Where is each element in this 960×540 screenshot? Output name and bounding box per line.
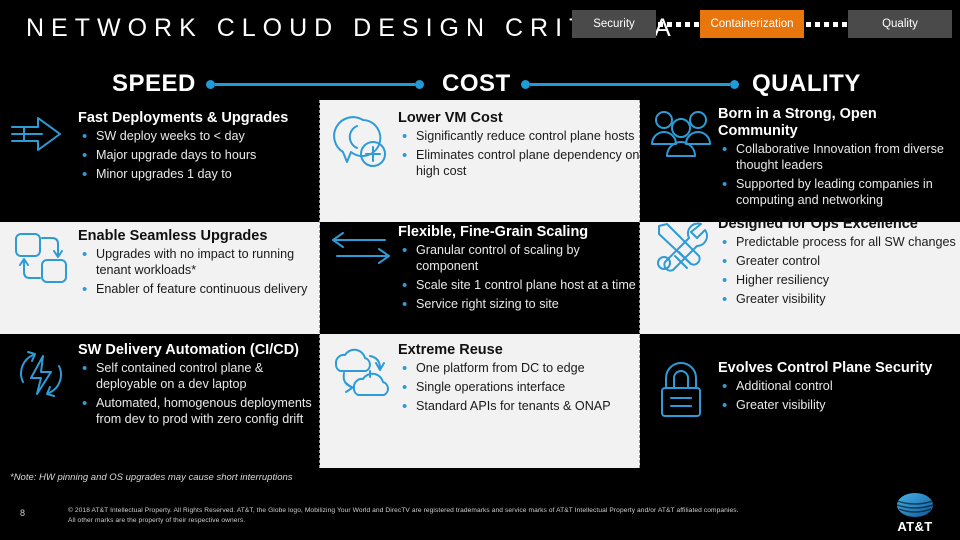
footnote: *Note: HW pinning and OS upgrades may ca… [10, 472, 293, 483]
list-item: Granular control of scaling by component [398, 242, 640, 275]
block-body: Born in a Strong, Open Community Collabo… [718, 106, 958, 212]
title-row: NETWORK CLOUD DESIGN CRITERIA Security C… [0, 0, 960, 52]
pill-security[interactable]: Security [572, 10, 656, 38]
heading-speed: SPEED [112, 64, 424, 104]
connector-speed-cost [205, 79, 424, 89]
column-headings: SPEED COST QUALITY [0, 64, 960, 104]
list-item: Greater control [718, 253, 956, 272]
list-item: Upgrades with no impact to running tenan… [78, 246, 320, 279]
list-item: Greater visibility [718, 291, 956, 310]
list-item: Service right sizing to site [398, 296, 640, 315]
list-item: Self contained control plane & deployabl… [78, 360, 320, 393]
bullet-list: Collaborative Innovation from diverse th… [718, 141, 956, 209]
block-body: Designed for Ops Excellence Predictable … [718, 216, 958, 311]
bullet-list: Significantly reduce control plane hosts… [398, 128, 640, 180]
block-body: Evolves Control Plane Security Additiona… [718, 360, 958, 417]
connector-cost-quality [520, 79, 739, 89]
list-item: Significantly reduce control plane hosts [398, 128, 640, 147]
block-body: Extreme Reuse One platform from DC to ed… [398, 342, 640, 418]
fast-arrow-icon [4, 110, 78, 158]
lightning-refresh-icon [4, 342, 78, 406]
block-title: Evolves Control Plane Security [718, 360, 933, 376]
block-title: Fast Deployments & Upgrades [78, 110, 289, 126]
heading-quality-label: QUALITY [752, 70, 861, 97]
dotted-connector-2 [804, 21, 848, 27]
block-open-community: Born in a Strong, Open Community Collabo… [644, 106, 958, 222]
block-title: Enable Seamless Upgrades [78, 228, 268, 244]
list-item: Predictable process for all SW changes [718, 234, 956, 253]
block-control-plane-security: Evolves Control Plane Security Additiona… [644, 360, 958, 468]
list-item: Major upgrade days to hours [78, 147, 320, 166]
pill-quality[interactable]: Quality [848, 10, 952, 38]
list-item: Automated, homogenous deployments from d… [78, 395, 320, 428]
cycle-squares-icon [4, 228, 78, 288]
block-body: Lower VM Cost Significantly reduce contr… [398, 110, 640, 183]
bullet-list: Upgrades with no impact to running tenan… [78, 246, 320, 300]
block-title: Flexible, Fine-Grain Scaling [398, 224, 589, 240]
copyright-line-1: © 2018 AT&T Intellectual Property. All R… [68, 507, 739, 514]
copyright-notice: © 2018 AT&T Intellectual Property. All R… [68, 506, 858, 526]
list-item: Additional control [718, 378, 956, 397]
list-item: Single operations interface [398, 379, 640, 398]
list-item: Eliminates control plane dependency on h… [398, 147, 640, 180]
location-plus-icon [324, 110, 398, 174]
bullet-list: SW deploy weeks to < day Major upgrade d… [78, 128, 320, 185]
bullet-list: Granular control of scaling by component… [398, 242, 640, 315]
list-item: Collaborative Innovation from diverse th… [718, 141, 956, 174]
cloud-sync-icon [324, 342, 398, 400]
block-lower-vm-cost: Lower VM Cost Significantly reduce contr… [324, 110, 640, 222]
block-body: Flexible, Fine-Grain Scaling Granular co… [398, 224, 640, 316]
att-globe-icon [896, 493, 934, 517]
block-title: SW Delivery Automation (CI/CD) [78, 342, 300, 358]
list-item: Supported by leading companies in comput… [718, 176, 956, 209]
block-extreme-reuse: Extreme Reuse One platform from DC to ed… [324, 342, 640, 468]
list-item: Scale site 1 control plane host at a tim… [398, 277, 640, 296]
list-item: SW deploy weeks to < day [78, 128, 320, 147]
block-ops-excellence: Designed for Ops Excellence Predictable … [644, 216, 958, 334]
heading-quality: QUALITY [752, 64, 861, 104]
block-title: Designed for Ops Excellence [718, 216, 918, 232]
list-item: One platform from DC to edge [398, 360, 640, 379]
list-item: Standard APIs for tenants & ONAP [398, 398, 640, 417]
bullet-list: One platform from DC to edge Single oper… [398, 360, 640, 417]
block-title: Lower VM Cost [398, 110, 503, 126]
att-logo-text: AT&T [897, 519, 933, 534]
block-title: Born in a Strong, Open Community [718, 106, 877, 140]
list-item: Minor upgrades 1 day to [78, 166, 320, 185]
people-group-icon [644, 106, 718, 162]
slide-canvas: NETWORK CLOUD DESIGN CRITERIA Security C… [0, 0, 960, 540]
bullet-list: Predictable process for all SW changes G… [718, 234, 956, 310]
list-item: Greater visibility [718, 397, 956, 416]
copyright-line-2: All other marks are the property of thei… [68, 517, 246, 525]
padlock-icon [644, 360, 718, 424]
list-item: Higher resiliency [718, 272, 956, 291]
block-body: Enable Seamless Upgrades Upgrades with n… [78, 228, 320, 301]
block-body: SW Delivery Automation (CI/CD) Self cont… [78, 342, 320, 431]
block-body: Fast Deployments & Upgrades SW deploy we… [78, 110, 320, 186]
criteria-pill-strip: Security Containerization Quality [572, 10, 952, 38]
pill-containerization[interactable]: Containerization [700, 10, 804, 38]
att-logo: AT&T [884, 492, 946, 536]
block-sw-delivery-automation: SW Delivery Automation (CI/CD) Self cont… [4, 342, 320, 468]
heading-cost-label: COST [442, 70, 511, 97]
block-flexible-scaling: Flexible, Fine-Grain Scaling Granular co… [324, 224, 640, 334]
bullet-list: Additional control Greater visibility [718, 378, 956, 416]
bidirectional-arrows-icon [324, 224, 398, 272]
list-item: Enabler of feature continuous delivery [78, 281, 320, 300]
heading-speed-label: SPEED [112, 70, 196, 97]
block-fast-deployments: Fast Deployments & Upgrades SW deploy we… [4, 110, 320, 222]
block-title: Extreme Reuse [398, 342, 503, 358]
dotted-connector-1 [656, 21, 700, 27]
heading-cost: COST [442, 64, 739, 104]
tools-icon [644, 216, 718, 280]
page-number: 8 [20, 508, 26, 518]
block-seamless-upgrades: Enable Seamless Upgrades Upgrades with n… [4, 228, 320, 334]
bullet-list: Self contained control plane & deployabl… [78, 360, 320, 428]
